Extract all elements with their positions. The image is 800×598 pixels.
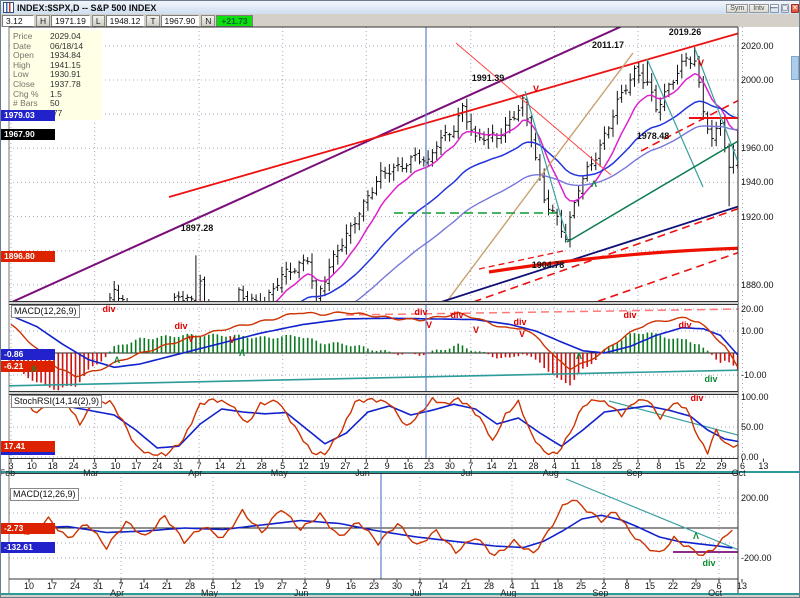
data-field-value: -77 [50,109,99,119]
data-window-row: Bar Ix-77 [13,109,99,119]
scrollbar-thumb[interactable] [791,56,799,80]
data-window: Price2029.04Date06/18/14Open1934.84High1… [10,30,102,120]
chart-canvas[interactable] [1,1,800,598]
data-field-label: Bar Ix [13,109,50,119]
chart-window: INDEX:$SPX,D -- S&P 500 INDEX SymIntv —▢… [0,0,800,598]
